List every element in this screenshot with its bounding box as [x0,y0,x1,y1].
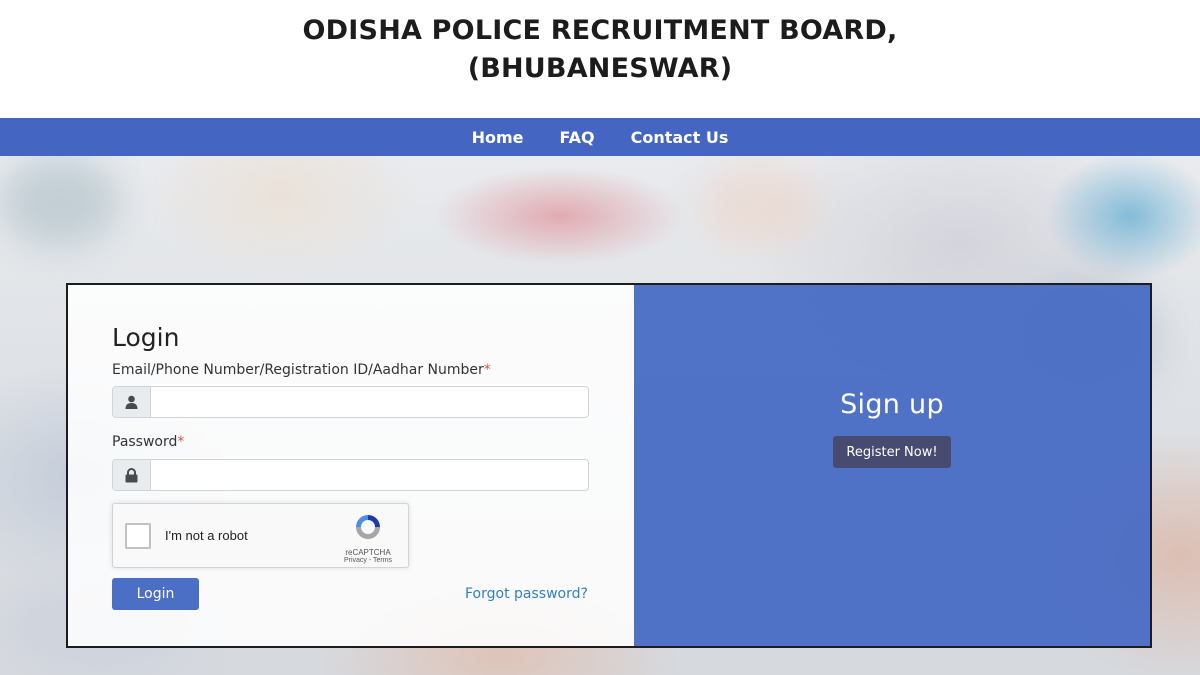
lock-icon-graphic [125,467,138,482]
background-blur-shape [0,156,120,246]
nav-home-link[interactable]: Home [472,128,524,147]
required-marker: * [177,434,185,450]
login-button[interactable]: Login [112,578,199,610]
recaptcha-logo: reCAPTCHA Privacy - Terms [338,512,398,564]
password-label-text: Password [112,434,178,450]
password-label: Password* [112,434,184,450]
signup-panel: Sign up Register Now! [634,285,1150,646]
username-input-group [112,386,589,418]
required-marker: * [483,362,491,378]
user-icon-graphic [125,395,138,409]
site-title-line2: (BHUBANESWAR) [467,53,733,84]
main-navbar: Home FAQ Contact Us [0,118,1200,156]
site-title-line1: ODISHA POLICE RECRUITMENT BOARD, [302,15,898,46]
lock-icon [113,460,151,490]
recaptcha-icon [356,515,380,539]
site-header: ODISHA POLICE RECRUITMENT BOARD, (BHUBAN… [0,0,1200,118]
nav-contact-us-link[interactable]: Contact Us [631,128,729,147]
recaptcha-widget: I'm not a robot reCAPTCHA Privacy - Term… [112,503,409,568]
site-title: ODISHA POLICE RECRUITMENT BOARD, (BHUBAN… [0,0,1200,88]
login-panel: Login Email/Phone Number/Registration ID… [68,285,634,646]
recaptcha-privacy-terms[interactable]: Privacy - Terms [338,557,398,564]
login-title: Login [112,323,180,352]
background-blur-shape [700,166,820,246]
password-input-group [112,459,589,491]
user-icon [113,387,151,417]
forgot-password-link[interactable]: Forgot password? [465,586,588,602]
auth-card: Login Email/Phone Number/Registration ID… [66,283,1152,648]
recaptcha-label: I'm not a robot [165,528,248,543]
username-label-text: Email/Phone Number/Registration ID/Aadha… [112,362,484,378]
recaptcha-brand: reCAPTCHA [345,548,391,557]
signup-title: Sign up [840,389,944,420]
page: ODISHA POLICE RECRUITMENT BOARD, (BHUBAN… [0,0,1200,675]
nav-faq-link[interactable]: FAQ [560,128,595,147]
password-input[interactable] [151,460,588,490]
username-label: Email/Phone Number/Registration ID/Aadha… [112,362,491,378]
username-input[interactable] [151,387,588,417]
recaptcha-checkbox[interactable] [125,523,151,549]
register-now-button[interactable]: Register Now! [833,436,951,468]
